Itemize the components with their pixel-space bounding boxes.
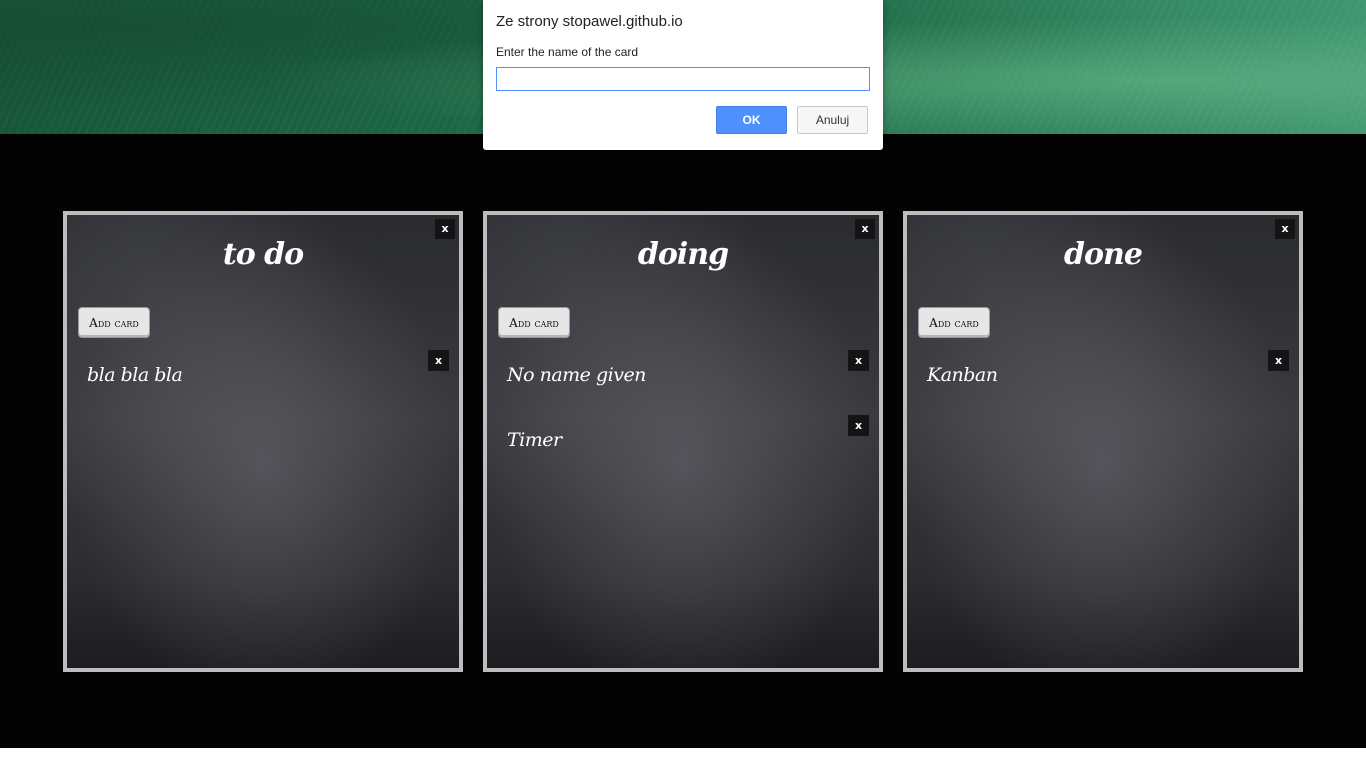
card[interactable]: Kanban x: [923, 350, 1289, 400]
dialog-origin-title: Ze strony stopawel.github.io: [496, 13, 683, 30]
card-close-button[interactable]: x: [428, 350, 449, 371]
page: x to do Add card bla bla bla x x doing A…: [0, 0, 1366, 768]
card-close-button[interactable]: x: [1268, 350, 1289, 371]
card-title: No name given: [507, 364, 646, 386]
card[interactable]: bla bla bla x: [83, 350, 449, 400]
card-close-button[interactable]: x: [848, 415, 869, 436]
add-card-button[interactable]: Add card: [498, 307, 570, 338]
column-close-button[interactable]: x: [435, 219, 455, 239]
bottom-strip: [0, 748, 1366, 768]
add-card-button[interactable]: Add card: [78, 307, 150, 338]
card[interactable]: No name given x: [503, 350, 869, 400]
card-title: Timer: [507, 429, 562, 451]
column-title: done: [1064, 237, 1143, 272]
column-close-button[interactable]: x: [1275, 219, 1295, 239]
card-title: bla bla bla: [87, 364, 183, 386]
ok-button[interactable]: OK: [716, 106, 787, 134]
card-title: Kanban: [927, 364, 998, 386]
card-name-input[interactable]: [496, 67, 870, 91]
cancel-button[interactable]: Anuluj: [797, 106, 868, 134]
card[interactable]: Timer x: [503, 415, 869, 465]
column-title: doing: [637, 237, 729, 272]
dialog-message: Enter the name of the card: [496, 45, 639, 59]
column-done: x done Add card Kanban x: [903, 211, 1303, 672]
card-close-button[interactable]: x: [848, 350, 869, 371]
column-close-button[interactable]: x: [855, 219, 875, 239]
add-card-button[interactable]: Add card: [918, 307, 990, 338]
column-doing: x doing Add card No name given x Timer x: [483, 211, 883, 672]
prompt-dialog: Ze strony stopawel.github.io Enter the n…: [483, 0, 883, 150]
column-title: to do: [222, 237, 304, 272]
column-to-do: x to do Add card bla bla bla x: [63, 211, 463, 672]
